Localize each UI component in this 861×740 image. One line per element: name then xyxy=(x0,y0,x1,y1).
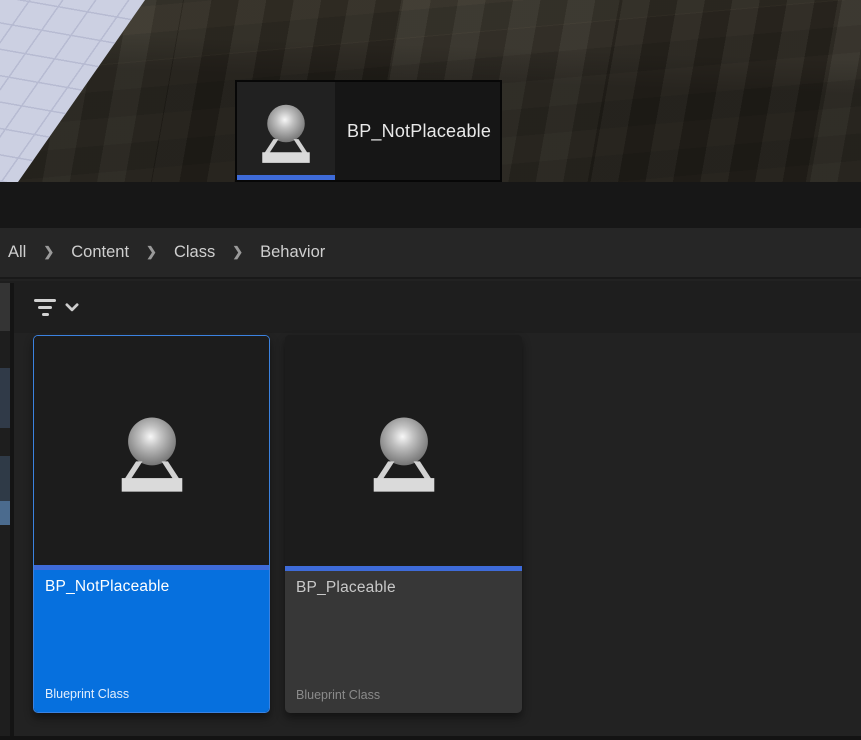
drag-preview-thumbnail xyxy=(237,82,335,180)
chevron-right-icon: ❯ xyxy=(232,244,243,260)
filter-icon xyxy=(32,299,58,316)
asset-thumbnail xyxy=(34,336,269,565)
blueprint-sphere-icon xyxy=(353,400,455,502)
asset-tile-bp-notplaceable[interactable]: BP_NotPlaceable Blueprint Class xyxy=(33,335,270,713)
asset-type-color-bar xyxy=(237,175,335,180)
blueprint-sphere-icon xyxy=(101,400,203,502)
source-row[interactable] xyxy=(0,368,10,428)
source-row-selected[interactable] xyxy=(0,501,10,525)
filters-button[interactable] xyxy=(32,293,90,321)
breadcrumb-item-all[interactable]: All xyxy=(8,243,26,262)
source-row[interactable] xyxy=(0,283,10,331)
blueprint-sphere-icon xyxy=(246,91,326,171)
asset-info: BP_Placeable Blueprint Class xyxy=(285,571,522,713)
drag-preview-tooltip: BP_NotPlaceable xyxy=(235,80,502,182)
level-viewport[interactable]: BP_NotPlaceable xyxy=(0,0,861,182)
asset-info: BP_NotPlaceable Blueprint Class xyxy=(34,570,269,712)
asset-type-label: Blueprint Class xyxy=(45,687,129,701)
breadcrumb-item-class[interactable]: Class xyxy=(174,243,215,262)
breadcrumb-item-behavior[interactable]: Behavior xyxy=(260,243,325,262)
chevron-right-icon: ❯ xyxy=(43,244,54,260)
window-bottom-edge xyxy=(0,736,861,740)
source-row[interactable] xyxy=(0,456,10,501)
asset-name: BP_Placeable xyxy=(296,579,511,597)
asset-grid: BP_NotPlaceable Blueprint Class BP_Place… xyxy=(14,333,861,736)
breadcrumb: All ❯ Content ❯ Class ❯ Behavior xyxy=(0,228,861,279)
content-browser-header xyxy=(0,182,861,228)
chevron-right-icon: ❯ xyxy=(146,244,157,260)
asset-type-label: Blueprint Class xyxy=(296,688,380,702)
drag-preview-label: BP_NotPlaceable xyxy=(335,82,500,180)
sources-panel-sliver xyxy=(0,283,10,740)
asset-thumbnail xyxy=(285,335,522,566)
breadcrumb-item-content[interactable]: Content xyxy=(71,243,129,262)
search-toolbar xyxy=(0,281,861,333)
content-browser-window: BP_NotPlaceable All ❯ Content ❯ Class ❯ … xyxy=(0,0,861,740)
asset-name: BP_NotPlaceable xyxy=(45,578,258,596)
chevron-down-icon xyxy=(64,301,80,313)
asset-tile-bp-placeable[interactable]: BP_Placeable Blueprint Class xyxy=(285,335,522,713)
